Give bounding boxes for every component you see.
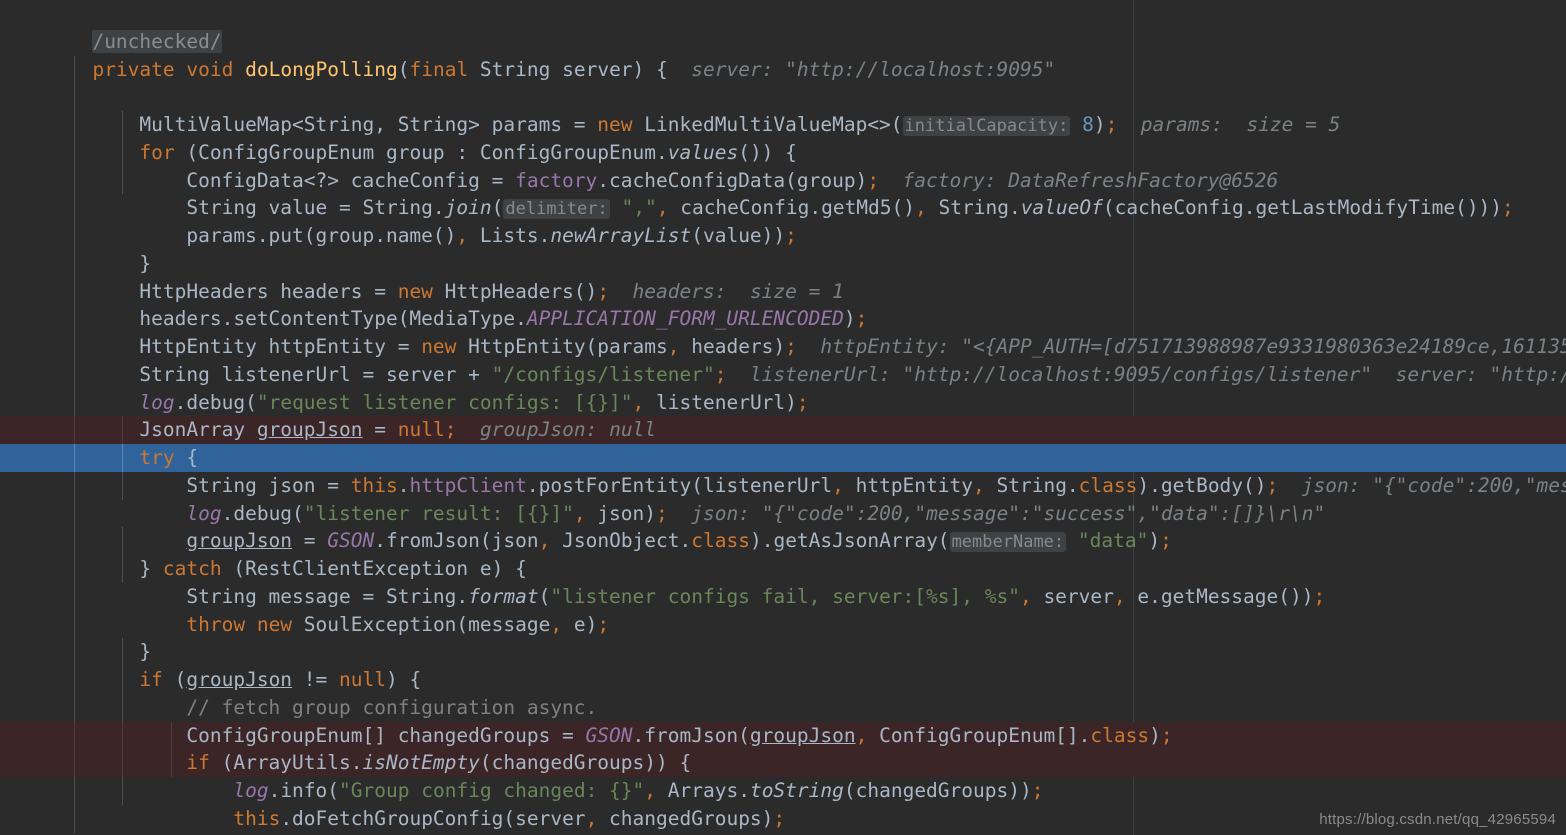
folded-comment[interactable]: /unchecked/ [92,29,222,53]
code-line[interactable]: headers.setContentType(MediaType.APPLICA… [0,249,1566,330]
code-editor[interactable]: /unchecked/ private void doLongPolling(f… [0,0,1566,835]
code-content[interactable]: /unchecked/ private void doLongPolling(f… [0,0,1566,835]
code-line-current[interactable]: log.debug("listener result: [{}]", json)… [0,444,1566,525]
code-line[interactable]: // fetch group configuration async. [0,638,1566,719]
code-line[interactable]: for (ConfigGroupEnum group : ConfigGroup… [0,83,1566,164]
code-line[interactable]: /unchecked/ [0,0,1566,53]
code-line[interactable]: private void doLongPolling(final String … [0,28,1566,81]
